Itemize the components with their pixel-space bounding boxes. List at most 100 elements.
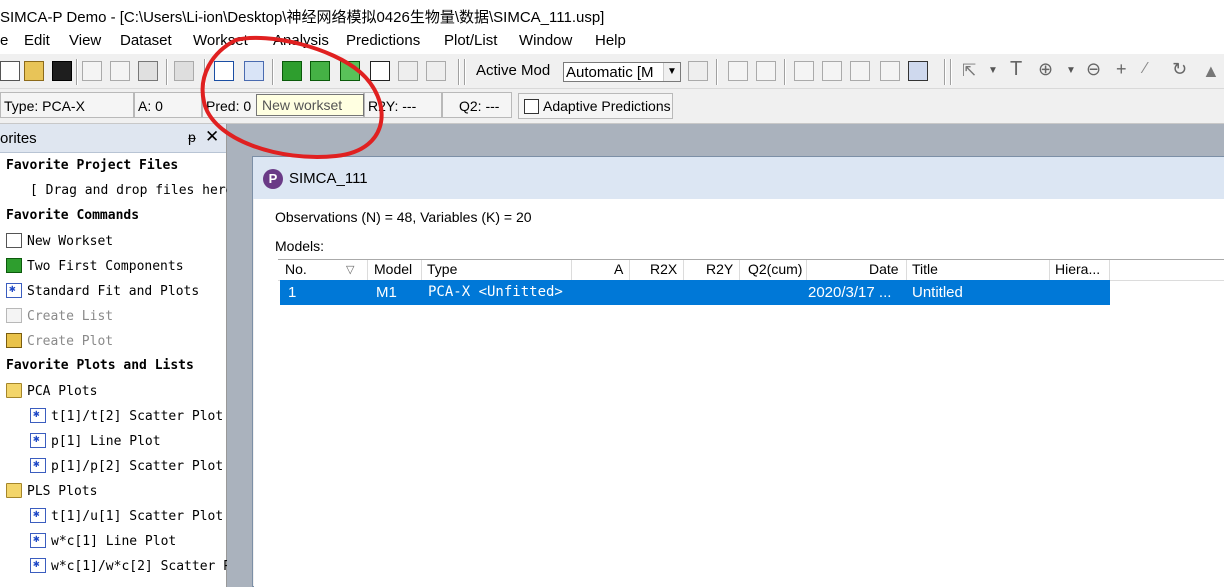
scatter-icon bbox=[30, 532, 46, 548]
two-components-icon[interactable] bbox=[310, 61, 330, 81]
favorite-plots-header[interactable]: Favorite Plots and Lists bbox=[6, 358, 194, 380]
favorite-commands-header[interactable]: Favorite Commands bbox=[6, 208, 139, 230]
toolbar-separator bbox=[944, 59, 946, 85]
column-header-r2x[interactable]: R2X bbox=[630, 260, 684, 280]
project-window-title-bar[interactable]: P SIMCA_111 bbox=[253, 157, 1224, 199]
column-header-title[interactable]: Title bbox=[907, 260, 1050, 280]
magic-wand-icon[interactable]: ⁄ bbox=[1144, 59, 1164, 79]
active-model-select[interactable]: Automatic [M ▼ bbox=[563, 62, 681, 82]
toolbar-separator bbox=[76, 59, 78, 85]
favorite-command-create-list[interactable]: Create List bbox=[6, 308, 113, 330]
column-header-model[interactable]: Model bbox=[368, 260, 422, 280]
favorite-plot-item[interactable]: t[1]/u[1] Scatter Plot bbox=[30, 507, 223, 530]
dataset-spreadsheet-icon[interactable] bbox=[214, 61, 234, 81]
favorite-project-files-header[interactable]: Favorite Project Files bbox=[6, 158, 178, 180]
summary-list-icon[interactable] bbox=[756, 61, 776, 81]
project-window-body: Observations (N) = 48, Variables (K) = 2… bbox=[254, 199, 1224, 587]
chevron-down-icon[interactable]: ▼ bbox=[663, 63, 680, 81]
new-workset-icon[interactable] bbox=[244, 61, 264, 81]
favorite-plot-item[interactable]: p[1]/p[2] Scatter Plot bbox=[30, 457, 223, 480]
menu-help[interactable]: Help bbox=[595, 32, 626, 49]
row-date: 2020/3/17 ... bbox=[808, 284, 892, 301]
favorite-folder-pls-plots[interactable]: PLS Plots bbox=[6, 483, 97, 505]
close-icon[interactable]: ✕ bbox=[205, 127, 219, 147]
table-row[interactable]: 1 M1 PCA-X <Unfitted> 2020/3/17 ... Unti… bbox=[280, 280, 1110, 305]
favorite-command-standard-fit[interactable]: Standard Fit and Plots bbox=[6, 282, 199, 305]
models-label: Models: bbox=[275, 238, 325, 254]
window-title-bar: SIMCA-P Demo - [C:\Users\Li-ion\Desktop\… bbox=[0, 0, 1224, 30]
scatter-icon bbox=[30, 457, 46, 473]
favorites-title: orites bbox=[0, 130, 37, 147]
zoom-out-icon[interactable]: ⊖ bbox=[1086, 59, 1106, 79]
autofit-icon[interactable] bbox=[282, 61, 302, 81]
column-header-date[interactable]: Date bbox=[807, 260, 907, 280]
pointer-icon[interactable]: ⇱ bbox=[962, 61, 982, 81]
loadings-plot-icon[interactable] bbox=[822, 61, 842, 81]
toolbar-separator bbox=[204, 59, 206, 85]
text-tool-icon[interactable]: T bbox=[1010, 59, 1030, 79]
toolbar-separator bbox=[458, 59, 460, 85]
folder-icon bbox=[6, 483, 22, 498]
favorite-command-create-plot[interactable]: Create Plot bbox=[6, 333, 113, 355]
menu-workset[interactable]: Workset bbox=[193, 32, 248, 49]
adaptive-predictions-checkbox[interactable] bbox=[524, 99, 539, 114]
favorite-plot-item[interactable]: t[1]/t[2] Scatter Plot bbox=[30, 407, 223, 430]
favorite-folder-pca-plots[interactable]: PCA Plots bbox=[6, 383, 97, 405]
favorite-command-two-first-components[interactable]: Two First Components bbox=[6, 258, 184, 280]
favorites-header: orites ᵽ ✕ bbox=[0, 124, 226, 153]
next-component-icon[interactable] bbox=[340, 61, 360, 81]
coefficient-plot-icon[interactable] bbox=[850, 61, 870, 81]
pin-icon[interactable]: ᵽ bbox=[188, 129, 196, 145]
menu-plotlist[interactable]: Plot/List bbox=[444, 32, 497, 49]
menu-dataset[interactable]: Dataset bbox=[120, 32, 172, 49]
favorite-plot-item[interactable]: p[1] Line Plot bbox=[30, 432, 161, 455]
adaptive-predictions-label: Adaptive Predictions bbox=[543, 98, 671, 114]
tooltip: New workset bbox=[256, 94, 364, 116]
column-header-a[interactable]: A bbox=[572, 260, 630, 280]
chevron-down-icon[interactable]: ▼ bbox=[1066, 61, 1086, 81]
play-icon[interactable]: ▲ bbox=[1202, 61, 1222, 81]
zoom-in-icon[interactable]: ⊕ bbox=[1038, 59, 1058, 79]
menu-bar: e Edit View Dataset Workset Analysis Pre… bbox=[0, 30, 1224, 54]
vip-plot-icon[interactable] bbox=[880, 61, 900, 81]
column-header-q2cum[interactable]: Q2(cum) bbox=[740, 260, 807, 280]
copy-icon[interactable] bbox=[110, 61, 130, 81]
adaptive-predictions-toggle[interactable]: Adaptive Predictions bbox=[518, 93, 673, 119]
favorite-command-new-workset[interactable]: New Workset bbox=[6, 233, 113, 255]
paste-icon[interactable] bbox=[138, 61, 158, 81]
chevron-down-icon[interactable]: ▼ bbox=[988, 61, 1008, 81]
menu-edit[interactable]: Edit bbox=[24, 32, 50, 49]
print-icon[interactable] bbox=[174, 61, 194, 81]
menu-view[interactable]: View bbox=[69, 32, 101, 49]
remove-component-icon[interactable] bbox=[370, 61, 390, 81]
toolbar-separator bbox=[784, 59, 786, 85]
toolbar-separator bbox=[272, 59, 274, 85]
observations-summary: Observations (N) = 48, Variables (K) = 2… bbox=[275, 209, 532, 225]
column-header-r2y[interactable]: R2Y bbox=[684, 260, 740, 280]
column-header-no[interactable]: No. ▽ bbox=[278, 260, 368, 280]
model-tools-icon[interactable] bbox=[688, 61, 708, 81]
open-folder-icon[interactable] bbox=[24, 61, 44, 81]
window-title: SIMCA-P Demo - [C:\Users\Li-ion\Desktop\… bbox=[0, 9, 605, 26]
row-no: 1 bbox=[288, 284, 297, 301]
menu-predictions[interactable]: Predictions bbox=[346, 32, 420, 49]
new-file-icon[interactable] bbox=[0, 61, 20, 81]
cut-icon[interactable] bbox=[82, 61, 102, 81]
crosshair-icon[interactable]: + bbox=[1116, 59, 1136, 79]
favorite-plot-item[interactable]: w*c[1] Line Plot bbox=[30, 532, 176, 555]
summary-plot-icon[interactable] bbox=[728, 61, 748, 81]
column-header-hierarchy[interactable]: Hiera... bbox=[1050, 260, 1110, 280]
save-icon[interactable] bbox=[52, 61, 72, 81]
menu-window[interactable]: Window bbox=[519, 32, 572, 49]
delete-model-icon[interactable] bbox=[398, 61, 418, 81]
model-options-icon[interactable] bbox=[426, 61, 446, 81]
refresh-icon[interactable]: ↻ bbox=[1172, 59, 1192, 79]
model-type-field: Type: PCA-X bbox=[0, 92, 134, 118]
find-icon[interactable] bbox=[908, 61, 928, 81]
scores-plot-icon[interactable] bbox=[794, 61, 814, 81]
favorite-plot-item[interactable]: w*c[1]/w*c[2] Scatter P bbox=[30, 557, 231, 580]
menu-analysis[interactable]: Analysis bbox=[273, 32, 329, 49]
menu-file[interactable]: e bbox=[0, 32, 8, 49]
scatter-icon bbox=[30, 557, 46, 573]
column-header-type[interactable]: Type bbox=[422, 260, 572, 280]
